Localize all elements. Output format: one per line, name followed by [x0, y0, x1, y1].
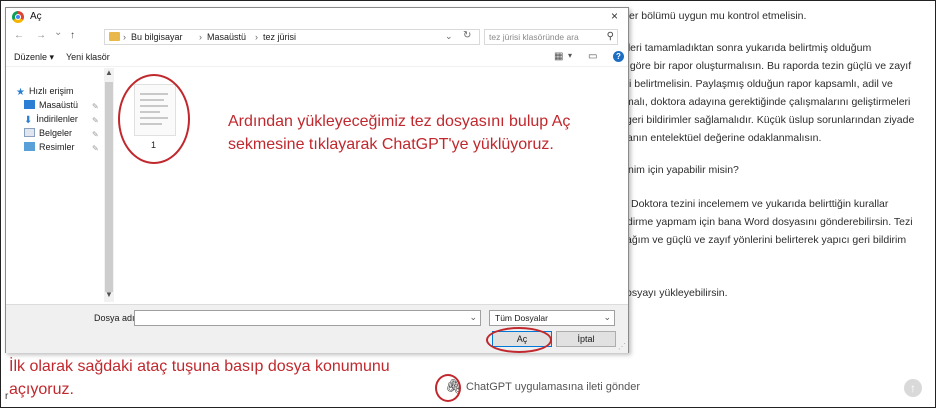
- sidebar-item-pictures[interactable]: Resimler: [24, 142, 75, 152]
- sidebar-item-label: Masaüstü: [39, 100, 79, 110]
- file-highlight-circle: [118, 74, 190, 164]
- message-input[interactable]: ChatGPT uygulamasına ileti gönder: [466, 381, 640, 393]
- sidebar-scrollbar[interactable]: ▲ ▼: [104, 68, 114, 302]
- chat-line: er bölümü uygun mu kontrol etmelisin.: [629, 10, 807, 22]
- sidebar-item-downloads[interactable]: ⬇ İndirilenler: [24, 114, 78, 126]
- annotation-line: İlk olarak sağdaki ataç tuşuna basıp dos…: [9, 358, 390, 375]
- up-arrow-icon[interactable]: ↑: [70, 30, 75, 41]
- annotation-line: sekmesine tıklayarak ChatGPT'ye yüklüyor…: [228, 136, 554, 153]
- chrome-icon: [12, 11, 24, 23]
- chevron-down-icon[interactable]: ⌄: [603, 312, 611, 323]
- refresh-icon[interactable]: ↻: [463, 30, 471, 41]
- navigation-bar: ← → ⌄ ↑ › Bu bilgisayar › Masaüstü › tez…: [6, 27, 628, 47]
- send-button[interactable]: ↑: [904, 379, 922, 397]
- chat-line: anın entelektüel değerine odaklanmalısın…: [627, 132, 822, 144]
- dialog-footer: Dosya adı: ⌄ Tüm Dosyalar ⌄ Aç İptal ⋰: [6, 304, 628, 353]
- chat-line: geri bildirimler sağlamalıdır. Küçük üsl…: [626, 114, 915, 126]
- dialog-toolbar: Düzenle ▾ Yeni klasör ▦ ▾ ▭ ?: [6, 48, 628, 67]
- desktop-icon: [24, 100, 35, 109]
- breadcrumb-separator: ›: [255, 32, 258, 42]
- documents-icon: [24, 128, 35, 137]
- pin-icon[interactable]: ✎: [92, 102, 99, 111]
- chat-line: eleri tamamladıktan sonra yukarıda belir…: [622, 42, 872, 54]
- open-highlight-circle: [486, 327, 552, 353]
- search-input[interactable]: tez jürisi klasöründe ara: [489, 32, 579, 42]
- sidebar-item-label: Resimler: [39, 142, 75, 152]
- chevron-down-icon[interactable]: ▾: [568, 51, 572, 60]
- chat-line: ağım ve güçlü ve zayıf yönlerini belirte…: [626, 234, 907, 246]
- annotation-line: Ardından yükleyeceğimiz tez dosyasını bu…: [228, 113, 571, 130]
- chat-line: dirme yapmam için bana Word dosyasını gö…: [627, 216, 913, 228]
- breadcrumb-separator: ›: [123, 32, 126, 42]
- stray-letter: r: [5, 391, 9, 402]
- chat-line: nim için yapabilir misin?: [628, 164, 739, 176]
- chat-line: malı, doktora adayına gerektiğinde çalış…: [625, 96, 911, 108]
- address-bar[interactable]: › Bu bilgisayar › Masaüstü › tez jürisi …: [104, 29, 480, 45]
- forward-arrow-icon[interactable]: →: [36, 30, 46, 41]
- sidebar-item-quick-access[interactable]: ★ Hızlı erişim: [16, 86, 74, 98]
- download-icon: ⬇: [24, 115, 33, 126]
- sidebar-item-label: İndirilenler: [36, 114, 78, 124]
- scroll-up-icon[interactable]: ▲: [105, 68, 113, 77]
- search-icon: ⚲: [606, 31, 614, 42]
- message-composer[interactable]: 🖇 ChatGPT uygulamasına ileti gönder ↑: [441, 371, 927, 405]
- scroll-down-icon[interactable]: ▼: [105, 290, 113, 299]
- chat-line: osyayı yükleyebilirsin.: [626, 287, 728, 299]
- breadcrumb-separator: ›: [199, 32, 202, 42]
- annotation-step-one: İlk olarak sağdaki ataç tuşuna basıp dos…: [9, 355, 390, 401]
- help-icon[interactable]: ?: [613, 51, 624, 62]
- chat-line: Doktora tezini incelemem ve yukarıda bel…: [631, 198, 889, 210]
- chat-line: i belirtmelisin. Paylaşmış olduğun rapor…: [629, 78, 893, 90]
- scroll-thumb[interactable]: [105, 82, 113, 292]
- attach-highlight-circle: [435, 374, 461, 402]
- star-icon: ★: [16, 87, 25, 98]
- resize-grip-icon[interactable]: ⋰: [618, 342, 626, 351]
- annotation-line: açıyoruz.: [9, 381, 74, 398]
- new-folder-button[interactable]: Yeni klasör: [66, 52, 110, 62]
- pin-icon[interactable]: ✎: [92, 144, 99, 153]
- recent-dropdown-icon[interactable]: ⌄: [54, 27, 62, 38]
- close-button[interactable]: ×: [611, 9, 618, 23]
- folder-icon: [109, 32, 120, 41]
- view-options-icon[interactable]: ▦: [554, 51, 563, 62]
- chat-line: ı göre bir rapor oluşturmalısın. Bu rapo…: [624, 60, 912, 72]
- breadcrumb-item[interactable]: Masaüstü: [207, 32, 246, 42]
- dialog-titlebar: Aç ×: [6, 8, 628, 26]
- back-arrow-icon[interactable]: ←: [14, 30, 24, 41]
- organize-button[interactable]: Düzenle ▾: [14, 52, 54, 63]
- dialog-title: Aç: [30, 11, 42, 22]
- pin-icon[interactable]: ✎: [92, 130, 99, 139]
- breadcrumb-item[interactable]: Bu bilgisayar: [131, 32, 183, 42]
- filename-input[interactable]: ⌄: [134, 310, 481, 326]
- sidebar-item-label: Belgeler: [39, 128, 73, 138]
- preview-pane-icon[interactable]: ▭: [588, 51, 597, 62]
- sidebar-item-desktop[interactable]: Masaüstü: [24, 100, 78, 110]
- pin-icon[interactable]: ✎: [92, 116, 99, 125]
- search-box[interactable]: tez jürisi klasöründe ara ⚲: [484, 29, 618, 45]
- annotation-step-two: Ardından yükleyeceğimiz tez dosyasını bu…: [228, 110, 570, 156]
- filetype-value: Tüm Dosyalar: [495, 313, 548, 323]
- file-open-dialog: Aç × ← → ⌄ ↑ › Bu bilgisayar › Masaüstü …: [5, 7, 629, 353]
- file-list: 1 Ardından yükleyeceğimiz tez dosyasını …: [116, 68, 626, 302]
- filename-label: Dosya adı:: [94, 313, 138, 323]
- navigation-pane: ★ Hızlı erişim Masaüstü ⬇ İndirilenler Bel…: [6, 68, 114, 298]
- screenshot-frame: er bölümü uygun mu kontrol etmelisin. el…: [0, 0, 936, 408]
- breadcrumb-item[interactable]: tez jürisi: [263, 32, 296, 42]
- pictures-icon: [24, 142, 35, 151]
- sidebar-item-label: Hızlı erişim: [28, 86, 74, 96]
- cancel-button[interactable]: İptal: [556, 331, 616, 347]
- chevron-down-icon[interactable]: ⌄: [469, 312, 477, 323]
- filetype-select[interactable]: Tüm Dosyalar ⌄: [489, 310, 615, 326]
- chevron-down-icon[interactable]: ⌄: [445, 31, 453, 42]
- sidebar-item-documents[interactable]: Belgeler: [24, 128, 72, 138]
